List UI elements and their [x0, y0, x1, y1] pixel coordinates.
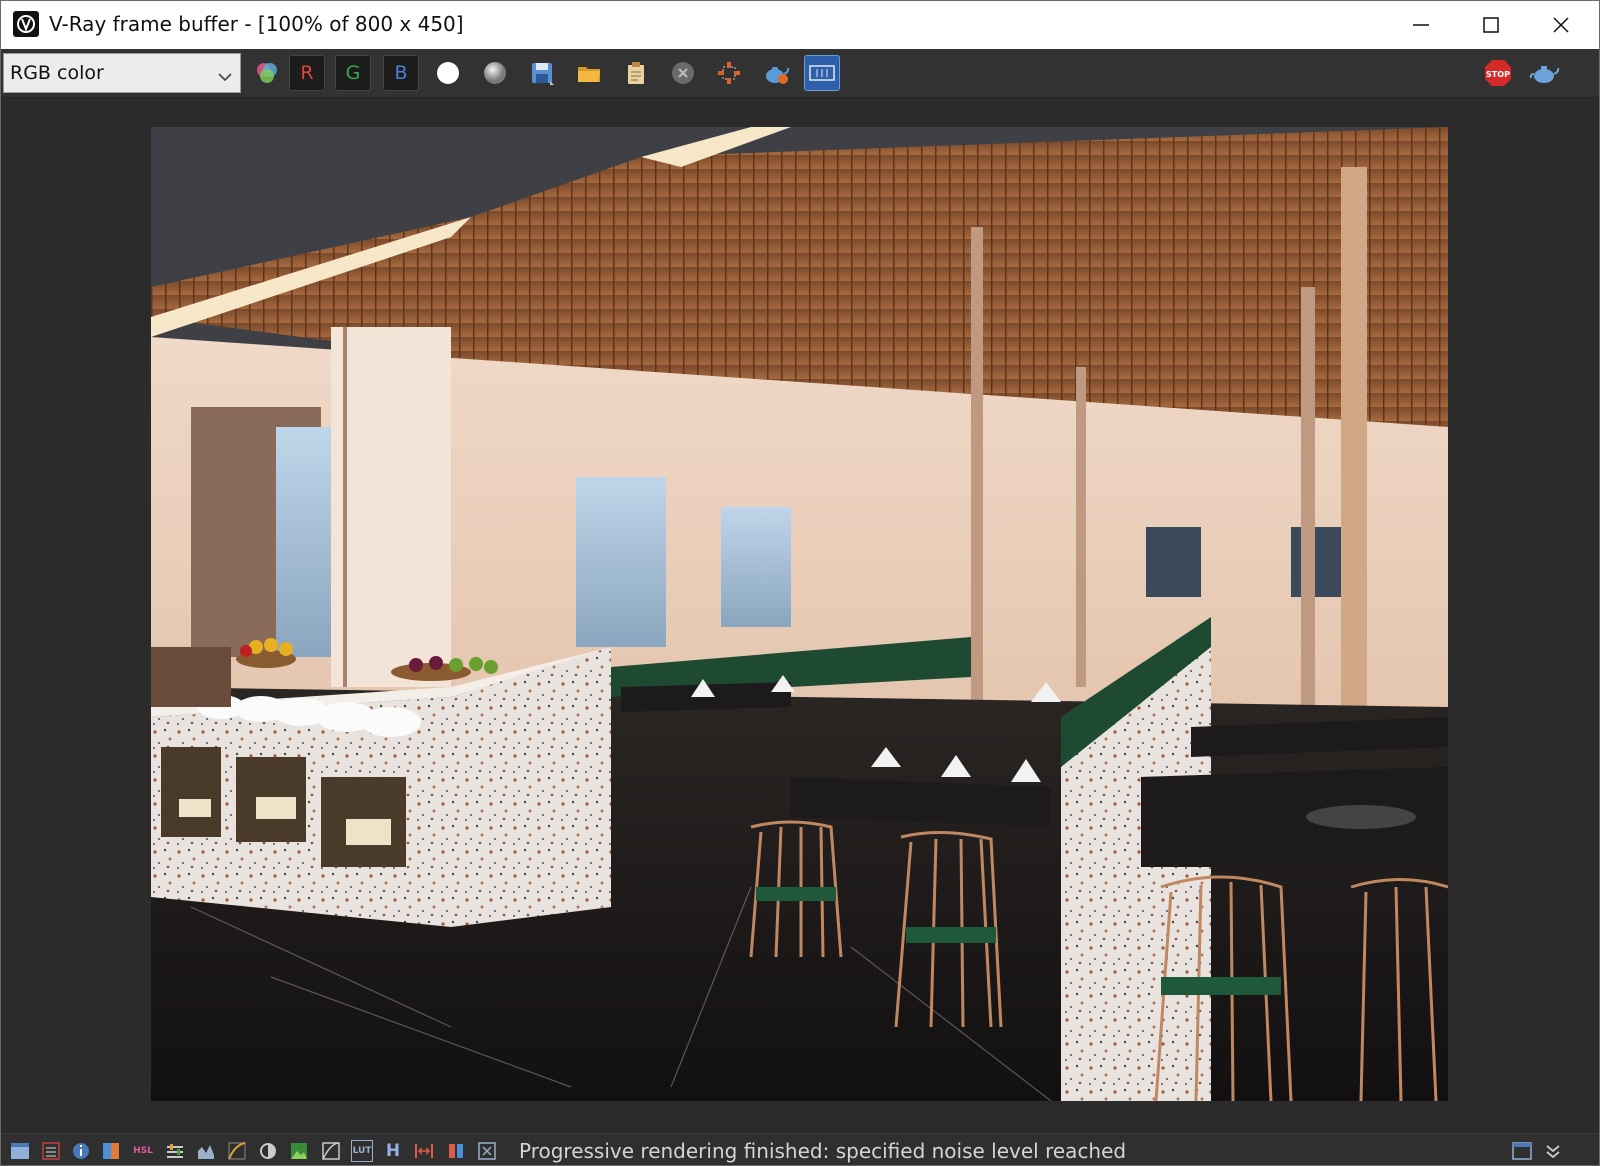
svg-text:STOP: STOP	[1486, 70, 1510, 79]
levels-icon[interactable]	[164, 1140, 186, 1162]
window-title: V-Ray frame buffer - [100% of 800 x 450]	[49, 12, 464, 36]
status-message: Progressive rendering finished: specifie…	[519, 1139, 1127, 1163]
title-bar: V-Ray frame buffer - [100% of 800 x 450]	[1, 1, 1599, 49]
white-circle-icon[interactable]	[430, 55, 466, 91]
restaurant-render-illustration	[151, 127, 1448, 1101]
teapot-render-icon[interactable]	[758, 55, 794, 91]
white-balance-icon[interactable]	[320, 1140, 342, 1162]
grey-sphere-icon[interactable]	[477, 55, 513, 91]
pixel-info-icon[interactable]	[476, 1140, 498, 1162]
status-bar: HSL LUT H Progressive rendering finished…	[1, 1133, 1599, 1165]
histogram-icon[interactable]	[195, 1140, 217, 1162]
open-folder-icon[interactable]	[571, 55, 607, 91]
vray-logo-icon	[13, 11, 39, 37]
toolbar: RGB color R G B STOP	[1, 49, 1599, 98]
color-corrections-icon[interactable]	[100, 1140, 122, 1162]
chevron-down-icon	[218, 67, 232, 86]
minimize-button[interactable]	[1386, 1, 1456, 49]
hue-icon[interactable]: H	[382, 1140, 404, 1162]
lut-icon[interactable]: LUT	[351, 1140, 373, 1162]
blue-channel-button[interactable]: B	[383, 55, 419, 91]
exposure-icon[interactable]	[257, 1140, 279, 1162]
clipboard-icon[interactable]	[618, 55, 654, 91]
channel-dropdown[interactable]: RGB color	[3, 53, 241, 93]
teapot-icon[interactable]	[1527, 55, 1563, 91]
window-layout-icon[interactable]	[9, 1140, 31, 1162]
render-viewport[interactable]	[1, 98, 1599, 1133]
background-image-icon[interactable]	[288, 1140, 310, 1162]
rendered-image	[151, 127, 1448, 1101]
render-history-icon[interactable]	[40, 1140, 62, 1162]
save-icon[interactable]	[524, 55, 560, 91]
ab-compare-icon[interactable]	[445, 1140, 467, 1162]
vray-frame-buffer-window: V-Ray frame buffer - [100% of 800 x 450]…	[0, 0, 1600, 1166]
close-button[interactable]	[1526, 1, 1596, 49]
maximize-button[interactable]	[1456, 1, 1526, 49]
red-channel-button[interactable]: R	[289, 55, 325, 91]
clear-icon[interactable]	[665, 55, 701, 91]
panel-toggle-icon[interactable]	[1511, 1140, 1533, 1162]
compare-icon[interactable]	[413, 1140, 435, 1162]
green-channel-button[interactable]: G	[335, 55, 371, 91]
stop-render-icon[interactable]: STOP	[1480, 55, 1516, 91]
expand-down-icon[interactable]	[1542, 1140, 1564, 1162]
info-icon[interactable]	[70, 1140, 92, 1162]
region-render-icon[interactable]	[711, 55, 747, 91]
channel-dropdown-value: RGB color	[10, 62, 104, 84]
hsl-icon[interactable]: HSL	[132, 1140, 154, 1162]
curves-icon[interactable]	[226, 1140, 248, 1162]
color-channels-icon[interactable]	[249, 55, 285, 91]
film-strip-icon[interactable]	[804, 55, 840, 91]
